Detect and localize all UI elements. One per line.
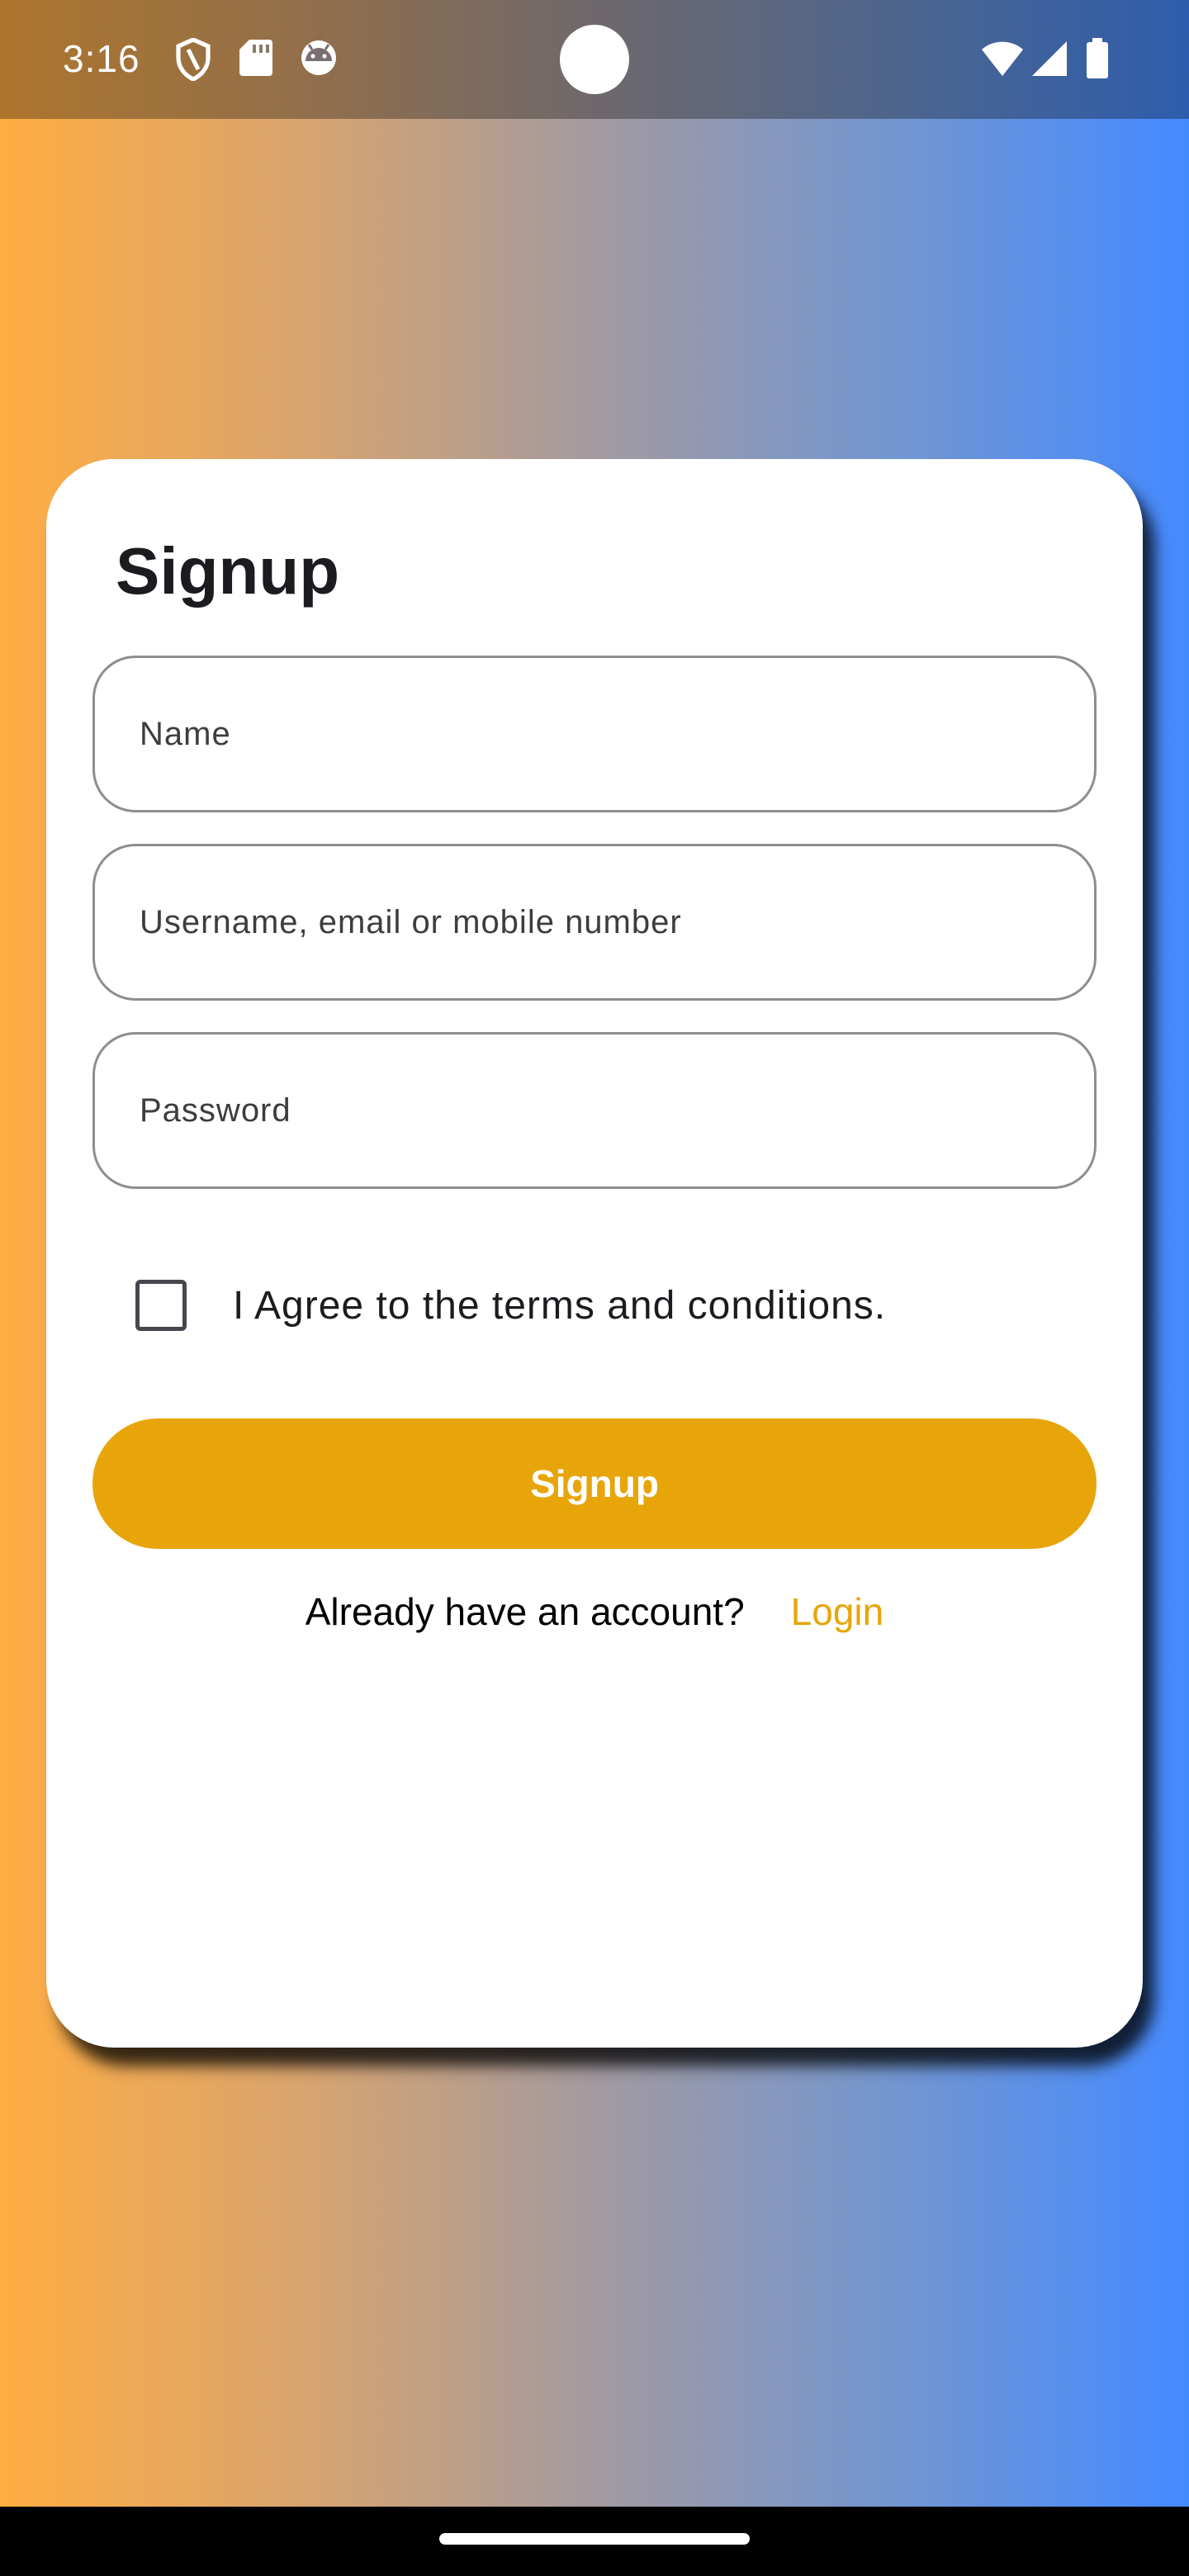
wifi-icon (981, 40, 1023, 83)
camera-cutout (560, 25, 629, 94)
login-prompt: Already have an account? (305, 1590, 745, 1633)
username-field[interactable]: Username, email or mobile number (92, 844, 1097, 1001)
navigation-bar (0, 2507, 1189, 2576)
signal-icon (1030, 40, 1070, 83)
signup-card: Signup Name Username, email or mobile nu… (46, 459, 1143, 2048)
name-field-label: Name (140, 716, 231, 752)
signup-screen: 3:16 Signup Name Username, email or mobi… (0, 0, 1189, 2576)
terms-checkbox[interactable] (135, 1280, 187, 1331)
page-title: Signup (116, 534, 340, 608)
terms-row: I Agree to the terms and conditions. (135, 1268, 886, 1342)
home-gesture-handle[interactable] (439, 2533, 750, 2545)
login-row: Already have an account? Login (46, 1579, 1143, 1645)
name-field[interactable]: Name (92, 656, 1097, 812)
terms-label[interactable]: I Agree to the terms and conditions. (233, 1283, 886, 1328)
status-time: 3:16 (63, 37, 140, 80)
password-field[interactable]: Password (92, 1032, 1097, 1189)
sd-card-icon (238, 38, 277, 81)
password-field-label: Password (140, 1092, 291, 1129)
shield-icon (173, 37, 213, 82)
signup-button[interactable]: Signup (92, 1418, 1097, 1549)
battery-icon (1085, 38, 1125, 81)
username-field-label: Username, email or mobile number (140, 904, 682, 940)
login-link[interactable]: Login (791, 1589, 884, 1634)
android-face-icon (299, 38, 339, 81)
status-bar: 3:16 (0, 0, 1189, 119)
